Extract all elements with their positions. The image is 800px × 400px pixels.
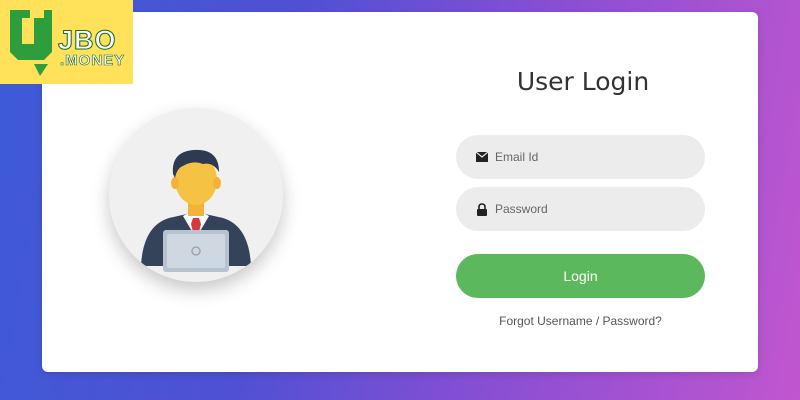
email-field[interactable] [456,135,705,179]
login-button[interactable]: Login [456,254,705,298]
brand-sub: .MONEY [60,52,126,70]
login-card: User Login Login Forgot Username / Passw… [42,12,758,372]
avatar [109,108,283,282]
email-input[interactable] [495,150,685,164]
login-title: User Login [516,67,650,96]
password-field[interactable] [456,187,705,231]
forgot-credentials-link[interactable]: Forgot Username / Password? [456,314,705,328]
user-avatar-icon [141,149,251,272]
jbo-logo-mark-icon [10,10,52,76]
envelope-icon [475,150,489,164]
brand-logo: JBO .MONEY [0,0,133,84]
password-input[interactable] [495,202,685,216]
lock-icon [475,202,489,216]
